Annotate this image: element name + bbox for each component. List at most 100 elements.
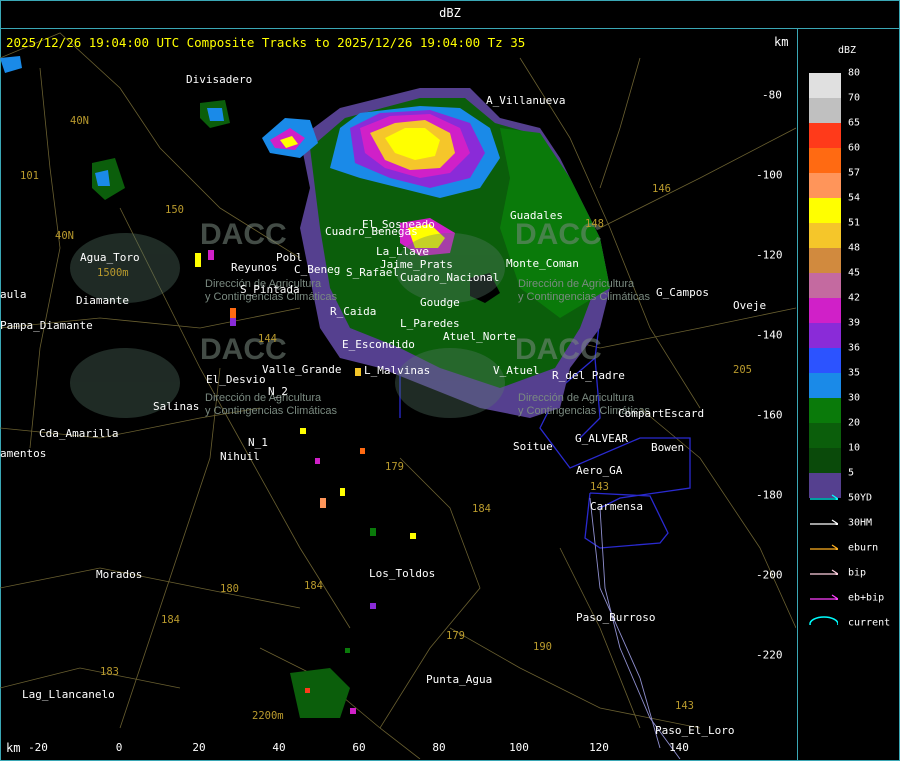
legend-level-label: 39 <box>848 317 861 329</box>
legend-swatch <box>809 223 841 248</box>
place-label: Los_Toldos <box>369 567 436 580</box>
place-label: S_Pintada <box>240 283 300 296</box>
route-label: 101 <box>20 170 39 182</box>
legend-level-label: 80 <box>848 67 861 79</box>
y-tick: -200 <box>756 568 783 582</box>
place-label: N_1 <box>248 436 268 449</box>
watermark-text: Dirección de Agricultura <box>518 392 635 404</box>
legend-level-label: 65 <box>848 117 861 129</box>
legend-swatch <box>809 148 841 173</box>
place-label: Salinas <box>153 400 200 413</box>
legend-swatch <box>809 398 841 423</box>
place-label: El_Desvio <box>206 373 266 386</box>
place-label: Agua_Toro <box>80 251 140 264</box>
legend-swatch <box>809 323 841 348</box>
place-label: Goudge <box>420 296 460 309</box>
composite-header: 2025/12/26 19:04:00 UTC Composite Tracks… <box>6 35 526 50</box>
route-label: 40N <box>70 115 89 127</box>
legend-title: dBZ <box>838 45 857 56</box>
place-label: Aero_GA <box>576 464 623 477</box>
place-label: Divisadero <box>186 73 253 86</box>
legend-level-label: 42 <box>848 292 861 304</box>
place-label: C_Beneg <box>294 263 341 276</box>
radar-map[interactable] <box>0 28 796 759</box>
legend-level-label: 35 <box>848 367 861 379</box>
legend-level-label: 20 <box>848 417 861 429</box>
place-label: Cda_Amarilla <box>39 427 119 440</box>
route-label: 144 <box>258 333 277 345</box>
place-label: El_Sosneado <box>362 218 435 231</box>
place-label: CompartEscard <box>618 407 705 420</box>
unit-label-bottom: km <box>6 741 21 755</box>
x-tick: 140 <box>669 741 689 754</box>
route-label: 148 <box>585 218 604 230</box>
legend-level-label: 48 <box>848 242 861 254</box>
x-tick: 80 <box>432 741 446 754</box>
track-label: current <box>848 617 891 629</box>
track-arrow-icon <box>810 594 838 600</box>
legend-swatch <box>809 198 841 223</box>
place-label: Lag_Llancanelo <box>22 688 115 701</box>
legend-swatch <box>809 123 841 148</box>
place-label: Morados <box>96 568 143 581</box>
legend-level-label: 51 <box>848 217 861 229</box>
route-label: 184 <box>472 503 491 515</box>
place-label: L_Malvinas <box>364 364 431 377</box>
place-label: Paso_Burroso <box>576 611 656 624</box>
x-tick: 120 <box>589 741 609 754</box>
legend-swatch <box>809 298 841 323</box>
watermark-brand: DACC <box>515 333 602 366</box>
unit-label-top: km <box>774 35 789 49</box>
route-label: 183 <box>100 666 119 678</box>
place-label: Reyunos <box>231 261 278 274</box>
route-label: 179 <box>385 461 404 473</box>
legend-swatch <box>809 448 841 473</box>
route-label: 179 <box>446 630 465 642</box>
place-label: R_Caida <box>330 305 377 318</box>
route-label: 190 <box>533 641 552 653</box>
track-arrow-icon <box>810 519 838 525</box>
place-label: Nihuil <box>220 450 260 463</box>
y-tick: -180 <box>756 488 783 502</box>
place-label: amentos <box>0 447 47 460</box>
legend-level-label: 54 <box>848 192 861 204</box>
place-label: G_Campos <box>656 286 709 299</box>
y-tick: -140 <box>756 328 783 342</box>
legend-swatch <box>809 423 841 448</box>
x-tick: 100 <box>509 741 529 754</box>
place-label: Valle_Grande <box>262 363 342 376</box>
x-tick: 20 <box>192 741 206 754</box>
track-arrow-icon <box>810 569 838 575</box>
place-label: aula <box>0 288 27 301</box>
route-label: 184 <box>161 614 180 626</box>
legend-swatch <box>809 98 841 123</box>
legend-level-label: 10 <box>848 442 861 454</box>
place-label: Oveje <box>733 299 767 312</box>
place-label: A_Villanueva <box>486 94 566 107</box>
legend-swatch <box>809 373 841 398</box>
track-label: 30HM <box>848 517 873 529</box>
x-tick: -20 <box>28 741 48 754</box>
place-label: N_2 <box>268 385 288 398</box>
place-label: Jaime_Prats <box>380 258 453 271</box>
y-tick: -80 <box>762 88 782 102</box>
legend-level-label: 36 <box>848 342 861 354</box>
route-label: 205 <box>733 364 752 376</box>
x-tick: 40 <box>272 741 286 754</box>
watermark-brand: DACC <box>200 218 287 251</box>
legend-level-label: 60 <box>848 142 861 154</box>
y-tick: -220 <box>756 648 783 662</box>
legend-level-label: 45 <box>848 267 861 279</box>
place-label: Bowen <box>651 441 685 454</box>
legend-level-label: 57 <box>848 167 861 179</box>
y-tick: -100 <box>756 168 783 182</box>
place-label: Cuadro_Nacional <box>400 271 500 284</box>
legend-level-label: 5 <box>848 467 855 479</box>
route-label: 40N <box>55 230 74 242</box>
place-label: L_Paredes <box>400 317 460 330</box>
track-label: eburn <box>848 542 879 554</box>
rivers <box>589 497 681 759</box>
x-tick: 0 <box>115 741 123 754</box>
track-arrow-icon <box>810 544 838 550</box>
route-label: 184 <box>304 580 323 592</box>
